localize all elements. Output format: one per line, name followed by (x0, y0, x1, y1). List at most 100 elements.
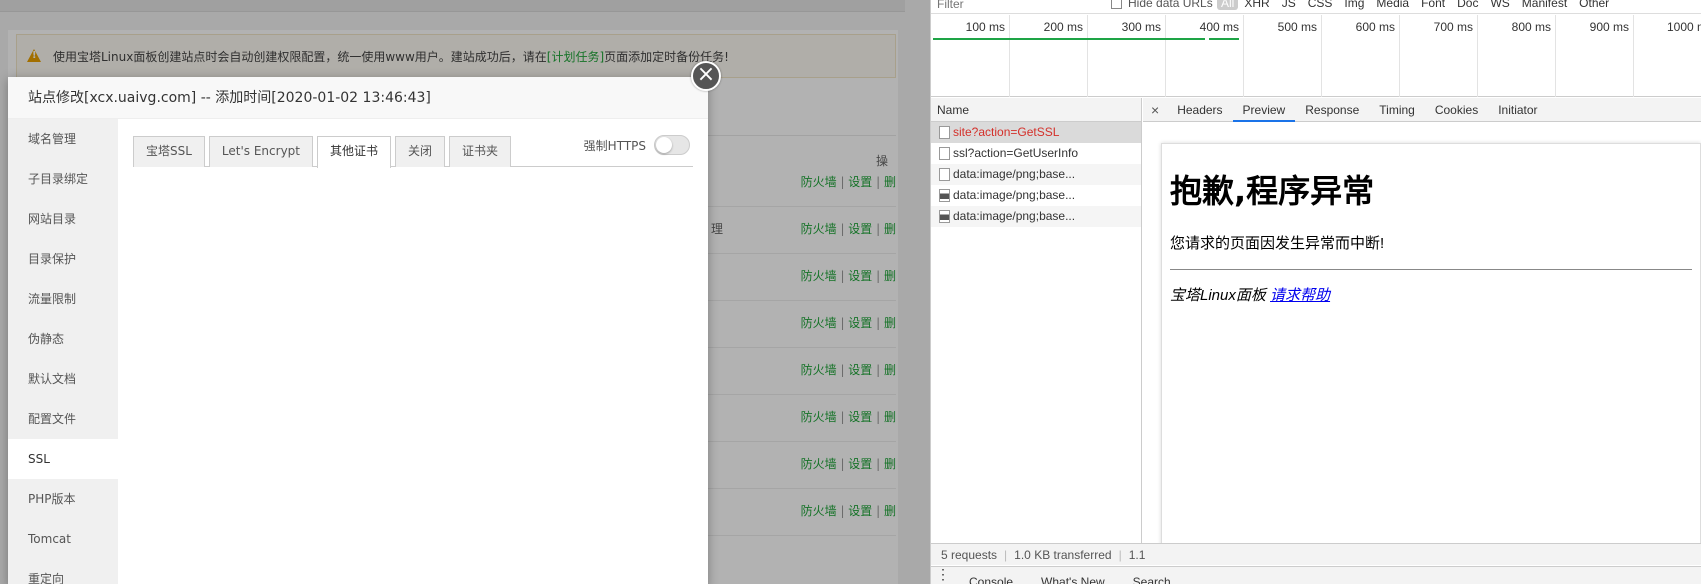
request-name: data:image/png;base... (953, 188, 1076, 202)
sidebar-item[interactable]: 流量限制 (8, 279, 118, 319)
timeline-gridline (1633, 15, 1634, 97)
drawer-tab[interactable]: Search (1119, 567, 1185, 584)
timeline-tick-label: 600 ms (1355, 20, 1395, 34)
request-detail-panel: × Headers Preview Response Timing Cookies Ini… (1143, 98, 1701, 548)
network-filter-bar: Hide data URLs AllXHRJSCSSImgMediaFontDo… (931, 0, 1701, 14)
sidebar-item[interactable]: 伪静态 (8, 319, 118, 359)
detail-tabs: × Headers Preview Response Timing Cookies Ini… (1143, 98, 1701, 122)
preview-content: 抱歉,程序异常 您请求的页面因发生异常而中断! 宝塔Linux面板 请求帮助 (1161, 143, 1701, 548)
request-rows: site?action=GetSSL ssl?action=GetUserInfo… (931, 122, 1141, 227)
request-row[interactable]: data:image/png;base... (931, 164, 1141, 185)
ssl-tab[interactable]: 宝塔SSL (133, 136, 205, 167)
network-status-bar: 5 requests | 1.0 KB transferred | 1.1 (931, 543, 1701, 565)
footer-text: 宝塔Linux面板 (1170, 287, 1266, 304)
timeline-waterfall-bar (1209, 38, 1239, 40)
force-https-control: 强制HTTPS (584, 135, 690, 155)
close-detail-icon[interactable]: × (1143, 98, 1167, 122)
timeline-gridline (1243, 15, 1244, 97)
sidebar-item[interactable]: 子目录绑定 (8, 159, 118, 199)
type-filter-font[interactable]: Font (1415, 0, 1451, 10)
type-filter-other[interactable]: Other (1573, 0, 1615, 10)
ssl-tab[interactable]: 证书夹 (449, 136, 512, 167)
timeline-waterfall-bar (933, 38, 1205, 40)
type-filter-manifest[interactable]: Manifest (1516, 0, 1573, 10)
help-link[interactable]: 请求帮助 (1270, 287, 1330, 304)
sidebar-item[interactable]: SSL (8, 439, 118, 479)
sidebar-item[interactable]: Tomcat (8, 519, 118, 559)
sidebar-item[interactable]: 默认文档 (8, 359, 118, 399)
type-filter-img[interactable]: Img (1338, 0, 1370, 10)
force-https-label: 强制HTTPS (583, 138, 646, 153)
document-file-icon (939, 147, 950, 160)
error-title: 抱歉,程序异常 (1170, 172, 1375, 210)
tab-initiator[interactable]: Initiator (1488, 98, 1547, 122)
timeline-tick-label: 500 ms (1277, 20, 1317, 34)
timeline-tick-label: 700 ms (1433, 20, 1473, 34)
type-filter-js[interactable]: JS (1276, 0, 1302, 10)
force-https-toggle[interactable] (654, 135, 690, 155)
type-filter-ws[interactable]: WS (1484, 0, 1515, 10)
tab-cookies[interactable]: Cookies (1425, 98, 1488, 122)
timeline-gridline (1009, 15, 1010, 97)
sidebar-item[interactable]: 网站目录 (8, 199, 118, 239)
ssl-tab[interactable]: Let's Encrypt (208, 136, 313, 167)
request-row[interactable]: data:image/png;base... (931, 185, 1141, 206)
divider (1170, 269, 1692, 270)
drawer-tab[interactable]: What's New (1027, 567, 1119, 584)
timeline-tick-label: 400 ms (1199, 20, 1239, 34)
tab-headers[interactable]: Headers (1167, 98, 1232, 122)
type-filter-doc[interactable]: Doc (1451, 0, 1484, 10)
hide-data-urls-control[interactable]: Hide data URLs (1111, 0, 1213, 10)
modal-title: 站点修改[xcx.uaivg.com] -- 添加时间[2020-01-02 1… (8, 77, 708, 119)
type-filter-all[interactable]: All (1217, 0, 1239, 10)
request-row[interactable]: site?action=GetSSL (931, 122, 1141, 143)
type-filter-xhr[interactable]: XHR (1238, 0, 1275, 10)
timeline-tick-label: 200 ms (1043, 20, 1083, 34)
error-footer: 宝塔Linux面板 请求帮助 (1170, 284, 1692, 305)
tab-response[interactable]: Response (1295, 98, 1369, 122)
type-filter-css[interactable]: CSS (1302, 0, 1339, 10)
tab-timing[interactable]: Timing (1369, 98, 1425, 122)
sidebar-item[interactable]: 配置文件 (8, 399, 118, 439)
request-row[interactable]: ssl?action=GetUserInfo (931, 143, 1141, 164)
timeline-gridline (1165, 15, 1166, 97)
drawer-tabbar: ⋮ Console What's New Search (931, 566, 1701, 584)
request-name: data:image/png;base... (953, 167, 1076, 181)
request-name: ssl?action=GetUserInfo (953, 146, 1079, 160)
name-column-header[interactable]: Name (931, 98, 1141, 122)
document-file-icon (939, 168, 950, 181)
close-icon[interactable]: × (691, 61, 721, 91)
timeline-tick-label: 100 ms (965, 20, 1005, 34)
error-message: 您请求的页面因发生异常而中断! (1170, 235, 1385, 252)
timeline-tick-label: 300 ms (1121, 20, 1161, 34)
modal-main-panel: 宝塔SSL Let's Encrypt 其他证书 关闭 证书夹 强制HTTPS (118, 119, 708, 584)
timeline-tick-label: 800 ms (1511, 20, 1551, 34)
timeline-gridline (1399, 15, 1400, 97)
resource-type-filters: All XHR JS CSS Img Media Font Doc WS Manifest Othe… (1217, 0, 1615, 10)
ssl-tab[interactable]: 其他证书 (317, 136, 392, 168)
timeline-gridline (1087, 15, 1088, 97)
drawer-tab[interactable]: Console (955, 567, 1027, 584)
filter-input[interactable] (937, 0, 1097, 12)
network-overview-timeline[interactable]: 100 ms 200 ms 300 ms 400 ms 500 ms 600 ms 700 … (931, 15, 1701, 97)
document-file-icon (939, 126, 950, 139)
request-row[interactable]: data:image/png;base... (931, 206, 1141, 227)
sidebar-item[interactable]: 重定向 (8, 559, 118, 584)
timeline-gridline (1321, 15, 1322, 97)
tab-preview[interactable]: Preview (1232, 98, 1296, 122)
devtools-panel: Hide data URLs AllXHRJSCSSImgMediaFontDo… (930, 0, 1701, 584)
request-name: site?action=GetSSL (953, 125, 1060, 139)
transferred-size: 1.0 KB transferred (1014, 548, 1112, 562)
modal-sidebar: 域名管理 子目录绑定 网站目录 目录保护 流量限制 伪静态 默认文档 配置文件 SSL PHP版本… (8, 119, 118, 584)
sidebar-item[interactable]: PHP版本 (8, 479, 118, 519)
ssl-tab[interactable]: 关闭 (395, 136, 446, 167)
more-menu-icon[interactable]: ⋮ (931, 567, 955, 584)
timeline-tick-label: 900 ms (1589, 20, 1629, 34)
sidebar-item[interactable]: 目录保护 (8, 239, 118, 279)
site-edit-modal: 站点修改[xcx.uaivg.com] -- 添加时间[2020-01-02 1… (8, 61, 721, 584)
request-list: Name site?action=GetSSL ssl?action=GetUse… (931, 98, 1142, 543)
sidebar-item[interactable]: 域名管理 (8, 119, 118, 159)
type-filter-media[interactable]: Media (1370, 0, 1415, 10)
request-count: 5 requests (941, 548, 998, 562)
hide-data-urls-checkbox[interactable] (1111, 0, 1122, 9)
